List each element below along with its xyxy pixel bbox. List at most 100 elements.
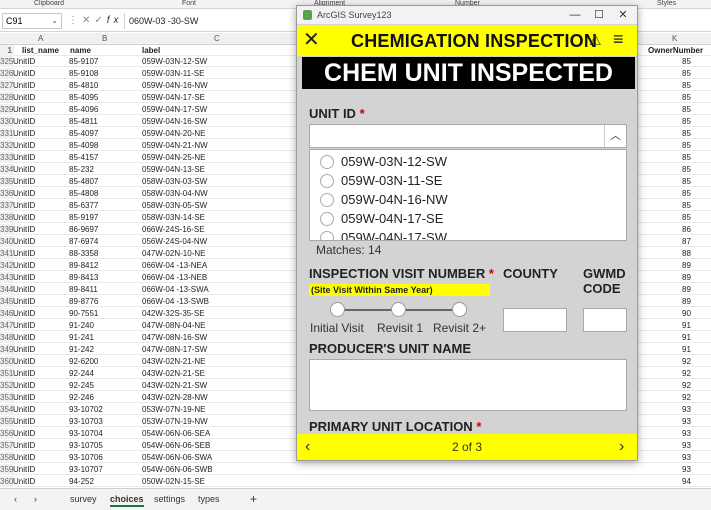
cell-owner-number[interactable]: 85: [682, 200, 691, 211]
row-number[interactable]: 330: [0, 116, 14, 127]
cell-name[interactable]: 89-8412: [69, 260, 98, 271]
unit-id-option[interactable]: 059W-03N-12-SW: [310, 152, 626, 171]
cell-list-name[interactable]: UnitID: [13, 260, 35, 271]
cell-label[interactable]: 043W-02N-21-SE: [142, 368, 205, 379]
cell-list-name[interactable]: UnitID: [13, 284, 35, 295]
cell-list-name[interactable]: UnitID: [13, 296, 35, 307]
cell-list-name[interactable]: UnitID: [13, 416, 35, 427]
row-number[interactable]: 1: [0, 45, 14, 56]
row-number[interactable]: 360: [0, 476, 14, 487]
cell-label[interactable]: 042W-32S-35-SE: [142, 308, 205, 319]
cell-label[interactable]: 066W-04 -13-NEA: [142, 260, 207, 271]
cell-list-name[interactable]: UnitID: [13, 392, 35, 403]
cell-name[interactable]: 85-4811: [69, 116, 98, 127]
cell-owner-number[interactable]: 85: [682, 68, 691, 79]
cell-label[interactable]: 059W-03N-12-SW: [142, 56, 207, 67]
cell-list-name[interactable]: UnitID: [13, 356, 35, 367]
cell-name[interactable]: 92-246: [69, 392, 94, 403]
cell-name[interactable]: 87-6974: [69, 236, 98, 247]
cell-label[interactable]: 053W-07N-19-NW: [142, 416, 208, 427]
cell-owner-number[interactable]: 93: [682, 416, 691, 427]
radio-button[interactable]: [320, 231, 334, 240]
menu-icon[interactable]: ≡: [613, 29, 624, 49]
row-number[interactable]: 336: [0, 188, 14, 199]
row-number[interactable]: 326: [0, 68, 14, 79]
cell-list-name[interactable]: UnitID: [13, 128, 35, 139]
cell-owner-number[interactable]: 93: [682, 452, 691, 463]
cell-name[interactable]: 85-9197: [69, 212, 98, 223]
cell-list-name[interactable]: UnitID: [13, 116, 35, 127]
cell-name[interactable]: 93-10702: [69, 404, 103, 415]
cell-list-name[interactable]: UnitID: [13, 428, 35, 439]
cell-name[interactable]: 90-7551: [69, 308, 98, 319]
row-number[interactable]: 343: [0, 272, 14, 283]
cell-name[interactable]: 85-4097: [69, 128, 98, 139]
cell-label[interactable]: 059W-03N-11-SE: [142, 68, 204, 79]
cell-owner-number[interactable]: 91: [682, 332, 691, 343]
cell-label[interactable]: 059W-04N-21-NW: [142, 140, 208, 151]
header-label[interactable]: label: [142, 45, 160, 56]
row-number[interactable]: 351: [0, 368, 14, 379]
cell-list-name[interactable]: UnitID: [13, 320, 35, 331]
cell-name[interactable]: 86-9697: [69, 224, 98, 235]
cell-list-name[interactable]: UnitID: [13, 188, 35, 199]
row-number[interactable]: 359: [0, 464, 14, 475]
cell-label[interactable]: 047W-02N-10-NE: [142, 248, 205, 259]
scroll-left-icon[interactable]: ‹: [14, 494, 17, 504]
ribbon-group-clipboard[interactable]: Clipboard: [34, 0, 64, 8]
cell-name[interactable]: 91-240: [69, 320, 94, 331]
unit-id-search-input[interactable]: ︿: [309, 124, 627, 148]
scroll-right-icon[interactable]: ›: [34, 494, 37, 504]
row-number[interactable]: 356: [0, 428, 14, 439]
cell-owner-number[interactable]: 92: [682, 356, 691, 367]
cell-name[interactable]: 85-6377: [69, 200, 98, 211]
cell-name[interactable]: 85-4808: [69, 188, 98, 199]
cell-owner-number[interactable]: 88: [682, 248, 691, 259]
row-number[interactable]: 334: [0, 164, 14, 175]
cell-label[interactable]: 043W-02N-21-NE: [142, 356, 205, 367]
unit-id-option[interactable]: 059W-03N-11-SE: [310, 171, 626, 190]
cell-name[interactable]: 85-9108: [69, 68, 98, 79]
cell-name[interactable]: 89-8413: [69, 272, 98, 283]
row-number[interactable]: 328: [0, 92, 14, 103]
row-number[interactable]: 340: [0, 236, 14, 247]
producer-unit-name-input[interactable]: [309, 359, 627, 411]
cell-label[interactable]: 059W-04N-16-SW: [142, 116, 207, 127]
cell-name[interactable]: 85-4157: [69, 152, 98, 163]
cell-label[interactable]: 059W-04N-20-NE: [142, 128, 205, 139]
cell-owner-number[interactable]: 92: [682, 380, 691, 391]
cell-owner-number[interactable]: 85: [682, 176, 691, 187]
cell-owner-number[interactable]: 85: [682, 80, 691, 91]
radio-button[interactable]: [320, 174, 334, 188]
formula-input[interactable]: 060W-03 -30-SW: [124, 13, 198, 29]
cell-label[interactable]: 059W-04N-25-NE: [142, 152, 205, 163]
cell-list-name[interactable]: UnitID: [13, 236, 35, 247]
row-number[interactable]: 329: [0, 104, 14, 115]
cell-list-name[interactable]: UnitID: [13, 224, 35, 235]
cell-owner-number[interactable]: 85: [682, 92, 691, 103]
cell-list-name[interactable]: UnitID: [13, 80, 35, 91]
header-owner-number[interactable]: OwnerNumber: [648, 45, 703, 56]
cell-name[interactable]: 88-3358: [69, 248, 98, 259]
radio-button[interactable]: [320, 193, 334, 207]
cell-list-name[interactable]: UnitID: [13, 272, 35, 283]
tick-revisit-2[interactable]: Revisit 2+: [433, 321, 486, 335]
row-number[interactable]: 339: [0, 224, 14, 235]
county-input[interactable]: [503, 308, 567, 332]
cell-list-name[interactable]: UnitID: [13, 344, 35, 355]
cell-owner-number[interactable]: 85: [682, 164, 691, 175]
minimize-icon[interactable]: —: [563, 6, 587, 24]
tab-settings[interactable]: settings: [154, 494, 185, 504]
row-number[interactable]: 355: [0, 416, 14, 427]
row-number[interactable]: 348: [0, 332, 14, 343]
cell-name[interactable]: 85-4807: [69, 176, 98, 187]
cell-label[interactable]: 058W-03N-05-SW: [142, 200, 207, 211]
row-number[interactable]: 327: [0, 80, 14, 91]
cell-owner-number[interactable]: 85: [682, 152, 691, 163]
cell-owner-number[interactable]: 91: [682, 320, 691, 331]
cell-owner-number[interactable]: 93: [682, 440, 691, 451]
cell-list-name[interactable]: UnitID: [13, 152, 35, 163]
function-icon[interactable]: fx: [107, 15, 123, 26]
close-form-icon[interactable]: ✕: [303, 29, 320, 51]
slider-knob-initial[interactable]: [330, 302, 345, 317]
